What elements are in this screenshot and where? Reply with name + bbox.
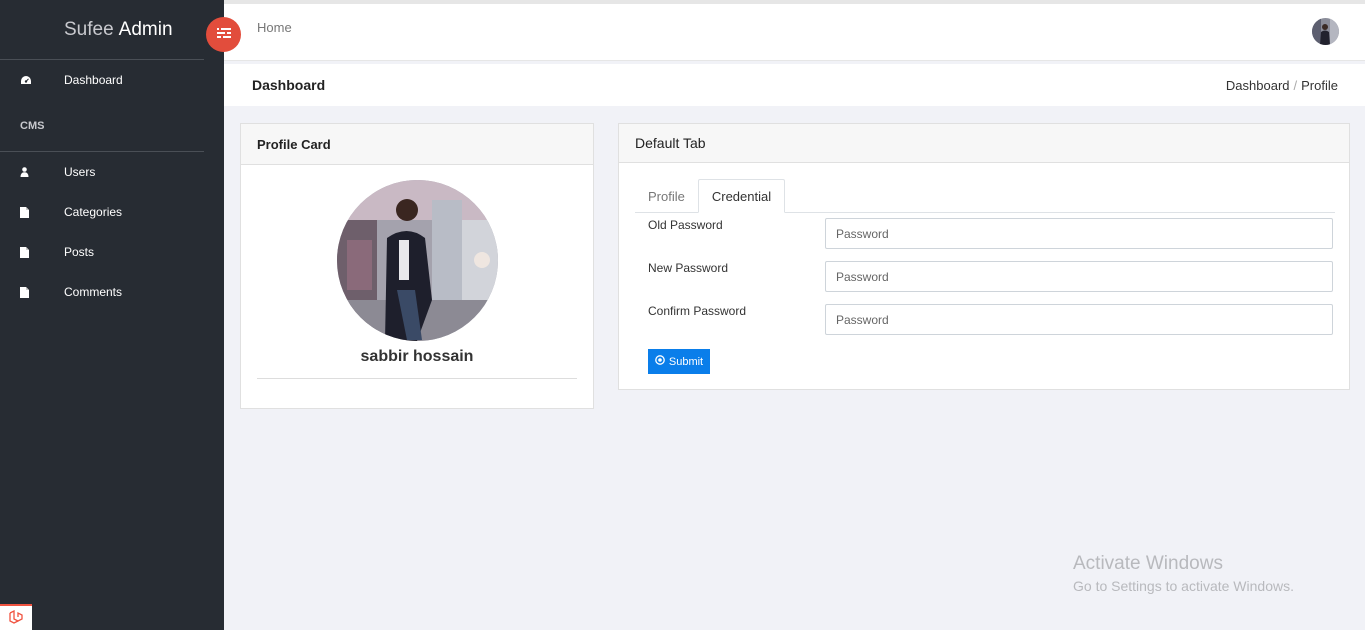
old-password-input[interactable] [825, 218, 1333, 249]
sidebar-item-label: Comments [64, 285, 123, 299]
home-link[interactable]: Home [257, 20, 292, 35]
menu-toggle-icon [216, 26, 231, 44]
divider [257, 378, 577, 379]
breadcrumb-current: Profile [1301, 77, 1338, 93]
file-icon [0, 206, 64, 218]
old-password-row: Old Password [648, 218, 1334, 249]
sidebar-item-categories[interactable]: Categories [0, 192, 224, 232]
file-icon [0, 286, 64, 298]
tab-profile[interactable]: Profile [635, 179, 698, 213]
submit-button[interactable]: Submit [648, 349, 710, 374]
watermark-title: Activate Windows [1073, 553, 1223, 574]
windows-activation-watermark: Activate Windows Go to Settings to activ… [1073, 553, 1294, 594]
brand-logo[interactable]: Sufee Admin [0, 0, 204, 60]
page-title: Dashboard [252, 77, 326, 93]
avatar[interactable] [1312, 18, 1339, 45]
laravel-debug-icon[interactable] [0, 604, 32, 630]
sidebar-item-label: Posts [64, 245, 95, 259]
top-header: Home [206, 0, 1365, 61]
tab-card-title: Default Tab [619, 124, 1349, 163]
check-circle-icon [655, 355, 665, 368]
breadcrumb-separator: / [1293, 77, 1298, 93]
confirm-password-label: Confirm Password [648, 304, 747, 318]
confirm-password-input[interactable] [825, 304, 1333, 335]
confirm-password-row: Confirm Password [648, 304, 1334, 335]
file-icon [0, 246, 64, 258]
tab-credential[interactable]: Credential [697, 179, 786, 213]
watermark-subtitle: Go to Settings to activate Windows. [1073, 578, 1294, 594]
profile-card-title: Profile Card [241, 124, 593, 165]
new-password-input[interactable] [825, 261, 1333, 292]
breadcrumb-dashboard-link[interactable]: Dashboard [1226, 78, 1290, 93]
default-tab-card: Default Tab Profile Credential Old Passw… [618, 123, 1350, 390]
sidebar-item-label: Users [64, 165, 96, 179]
tab-bar: Profile Credential [635, 179, 1335, 213]
sidebar-item-users[interactable]: Users [0, 152, 224, 192]
menu-toggle-button[interactable] [206, 17, 241, 52]
sidebar-item-dashboard[interactable]: Dashboard [0, 60, 224, 100]
user-icon [0, 167, 64, 177]
profile-name: sabbir hossain [360, 348, 474, 365]
profile-photo [337, 180, 498, 341]
brand-bold-text: Admin [118, 18, 173, 40]
old-password-label: Old Password [648, 218, 723, 232]
brand-light-text: Sufee [64, 18, 114, 40]
sidebar: Sufee Admin Dashboard CMS Users Categori… [0, 0, 224, 630]
breadcrumb: Dashboard / Profile [1226, 78, 1338, 93]
sidebar-item-label: Dashboard [64, 73, 123, 87]
sidebar-item-label: Categories [64, 205, 123, 219]
new-password-label: New Password [648, 261, 729, 275]
sidebar-item-posts[interactable]: Posts [0, 232, 224, 272]
dashboard-icon [0, 75, 64, 85]
sidebar-section-cms: CMS [0, 100, 204, 152]
submit-label: Submit [668, 355, 704, 368]
breadcrumb-bar: Dashboard Dashboard / Profile [224, 64, 1365, 106]
profile-card: Profile Card sabbir hossain [240, 123, 594, 409]
sidebar-item-comments[interactable]: Comments [0, 272, 224, 312]
new-password-row: New Password [648, 261, 1334, 292]
